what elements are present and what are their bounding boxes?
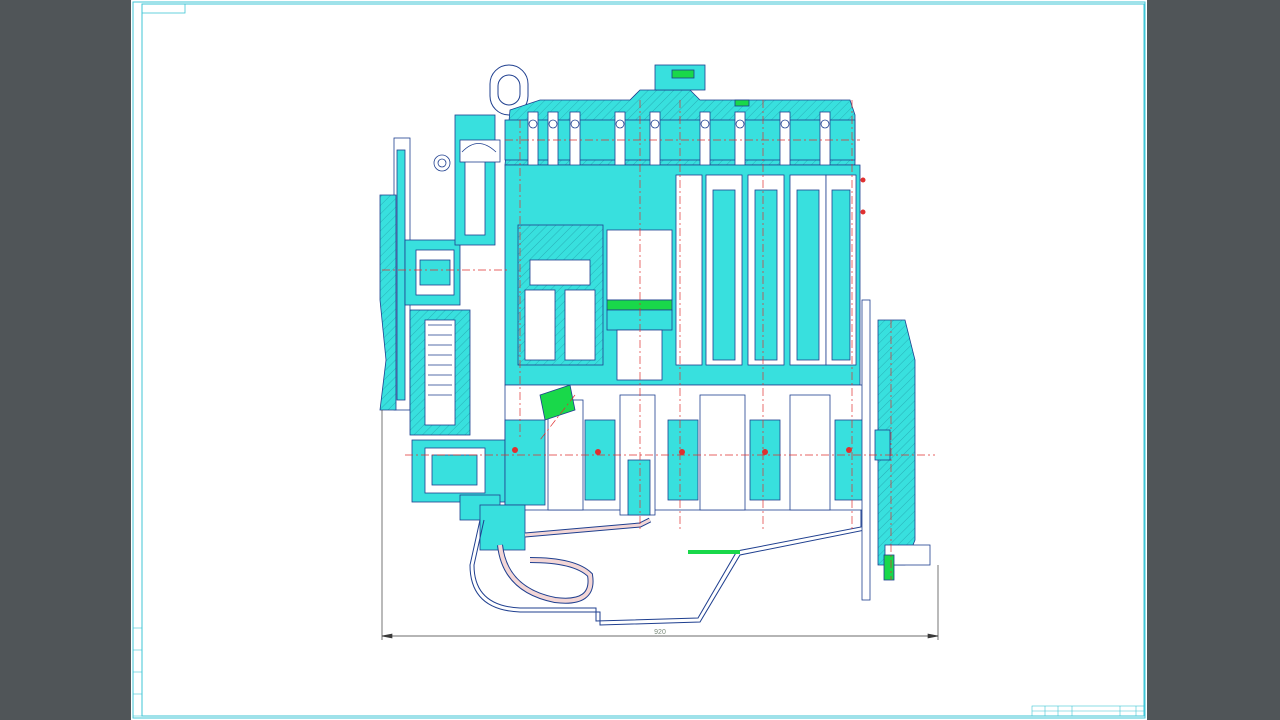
- engine-cross-section-drawing: 920: [132, 1, 1146, 719]
- water-pump-housing: [433, 114, 501, 246]
- oil-pump: [479, 504, 652, 604]
- front-pulleys: [404, 239, 508, 521]
- crankshaft: [504, 384, 866, 516]
- overall-length-label: 920: [654, 629, 666, 636]
- engine-block: [504, 164, 861, 386]
- flywheel: [861, 299, 931, 601]
- title-block: [1031, 705, 1145, 717]
- oil-sump: [469, 510, 866, 626]
